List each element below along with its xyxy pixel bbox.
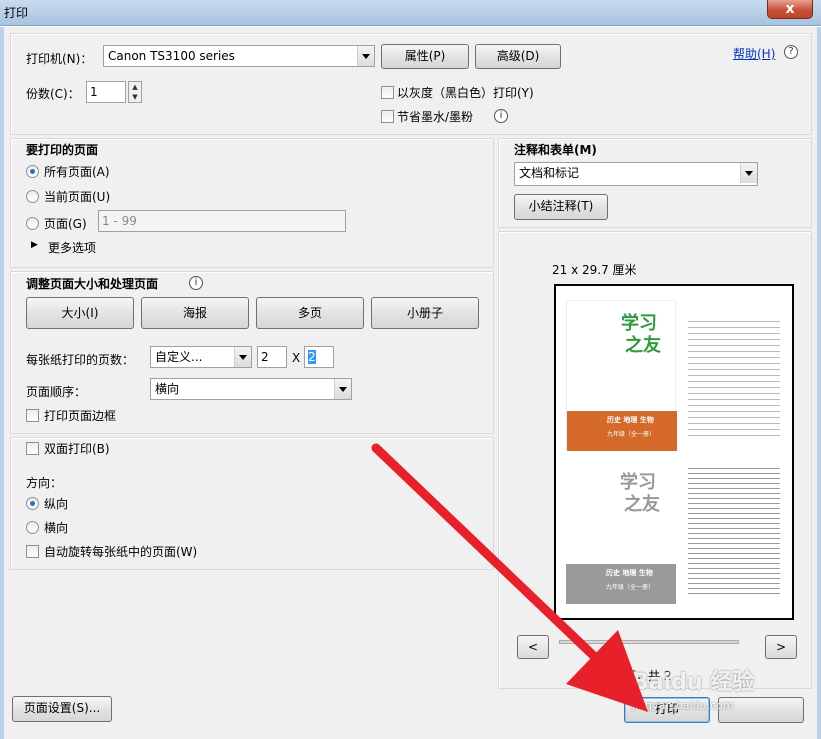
portrait-radio[interactable] xyxy=(26,497,39,510)
cover-title-2: 之友 xyxy=(625,335,661,356)
summarize-comments-button[interactable]: 小结注释(T) xyxy=(514,194,608,220)
watermark-url: jingyan.baidu.com xyxy=(632,699,734,712)
dialog-client: 打印机(N)： Canon TS3100 series 属性(P) 高级(D) … xyxy=(0,27,821,739)
print-border-checkbox[interactable] xyxy=(26,409,39,422)
comments-heading: 注释和表单(M) xyxy=(514,143,597,157)
window-title: 打印 xyxy=(4,6,29,20)
pages-per-sheet-label: 每张纸打印的页数： xyxy=(26,353,135,367)
help-icon[interactable]: ? xyxy=(784,45,798,59)
orientation-label: 方向： xyxy=(26,476,63,490)
page-slider-track[interactable] xyxy=(559,640,739,644)
prev-page-button[interactable]: < xyxy=(517,635,549,659)
cover-grade: 九年级（全一册） xyxy=(606,584,655,591)
text-page-thumbnail xyxy=(688,316,780,436)
cover-thumbnail: 学习 之友 历史 地理 生物 九年级（全一册） xyxy=(566,300,677,451)
spin-up-icon[interactable]: ▲ xyxy=(129,82,141,92)
chevron-down-icon xyxy=(334,379,351,399)
size-button[interactable]: 大小(I) xyxy=(26,297,134,329)
title-bar: 打印 x xyxy=(0,0,821,26)
booklet-button[interactable]: 小册子 xyxy=(371,297,479,329)
save-ink-checkbox[interactable] xyxy=(381,110,394,123)
printer-select[interactable]: Canon TS3100 series xyxy=(103,45,375,67)
landscape-radio[interactable] xyxy=(26,521,39,534)
next-page-button[interactable]: > xyxy=(765,635,797,659)
paper-size-label: 21 x 29.7 厘米 xyxy=(552,263,637,277)
chevron-down-icon xyxy=(357,46,374,66)
rows-input[interactable]: 2 xyxy=(304,346,334,368)
multiple-button[interactable]: 多页 xyxy=(256,297,364,329)
pages-range-label: 页面(G) xyxy=(44,217,87,231)
poster-button[interactable]: 海报 xyxy=(141,297,249,329)
page-preview: 学习 之友 历史 地理 生物 九年级（全一册） 学习 之友 历史 地理 生物 九… xyxy=(554,284,794,620)
portrait-label: 纵向 xyxy=(44,497,69,511)
page-order-label: 页面顺序： xyxy=(26,385,87,399)
copies-label: 份数(C)： xyxy=(26,87,80,101)
pages-per-sheet-select[interactable]: 自定义... xyxy=(150,346,252,368)
properties-button[interactable]: 属性(P) xyxy=(381,44,469,69)
copies-input[interactable]: 1 xyxy=(86,81,126,103)
pages-per-sheet-value: 自定义... xyxy=(155,350,203,364)
printer-select-value: Canon TS3100 series xyxy=(108,49,235,63)
all-pages-label: 所有页面(A) xyxy=(44,165,110,179)
current-page-label: 当前页面(U) xyxy=(44,190,111,204)
expand-triangle-icon[interactable]: ▶ xyxy=(31,240,38,250)
cover-grade: 九年级（全一册） xyxy=(607,431,656,438)
rows-value: 2 xyxy=(308,350,316,364)
chevron-down-icon xyxy=(740,163,757,183)
duplex-checkbox[interactable] xyxy=(26,442,39,455)
current-page-radio[interactable] xyxy=(26,190,39,203)
advanced-button[interactable]: 高级(D) xyxy=(475,44,561,69)
pages-range-radio[interactable] xyxy=(26,217,39,230)
comments-select[interactable]: 文档和标记 xyxy=(514,162,758,186)
cover-thumbnail-gray: 学习 之友 历史 地理 生物 九年级（全一册） xyxy=(566,464,676,604)
more-options-label[interactable]: 更多选项 xyxy=(48,239,96,256)
pages-range-placeholder: 1 - 99 xyxy=(102,214,137,228)
pages-heading: 要打印的页面 xyxy=(26,143,99,157)
columns-input[interactable]: 2 xyxy=(257,346,287,368)
save-ink-label: 节省墨水/墨粉 xyxy=(397,110,474,124)
times-label: X xyxy=(292,351,301,365)
close-button[interactable]: x xyxy=(767,0,813,19)
copies-spinner[interactable]: ▲ ▼ xyxy=(128,81,142,103)
pages-range-input[interactable]: 1 - 99 xyxy=(98,210,346,232)
grayscale-label: 以灰度（黑白色）打印(Y) xyxy=(397,86,534,100)
print-border-label: 打印页面边框 xyxy=(44,409,117,423)
cover-subject: 历史 地理 生物 xyxy=(606,569,653,577)
printer-label: 打印机(N)： xyxy=(26,52,93,66)
info-icon[interactable]: i xyxy=(494,109,508,123)
cover-title-2: 之友 xyxy=(624,494,660,515)
page-order-value: 横向 xyxy=(155,382,180,396)
landscape-label: 横向 xyxy=(44,521,69,535)
sizing-heading: 调整页面大小和处理页面 xyxy=(26,277,159,291)
spin-down-icon[interactable]: ▼ xyxy=(129,92,141,102)
grayscale-checkbox[interactable] xyxy=(381,86,394,99)
comments-select-value: 文档和标记 xyxy=(519,166,580,180)
chevron-down-icon xyxy=(234,347,251,367)
auto-rotate-label: 自动旋转每张纸中的页面(W) xyxy=(44,545,198,559)
page-order-select[interactable]: 横向 xyxy=(150,378,352,400)
info-icon[interactable]: i xyxy=(189,276,203,290)
page-setup-button[interactable]: 页面设置(S)... xyxy=(12,696,112,722)
text-page-thumbnail xyxy=(688,464,780,594)
cover-subject: 历史 地理 生物 xyxy=(607,416,654,424)
watermark-logo: Baidu 经验 xyxy=(632,670,755,695)
all-pages-radio[interactable] xyxy=(26,165,39,178)
duplex-label: 双面打印(B) xyxy=(44,442,110,456)
auto-rotate-checkbox[interactable] xyxy=(26,545,39,558)
help-link[interactable]: 帮助(H) xyxy=(733,45,775,62)
